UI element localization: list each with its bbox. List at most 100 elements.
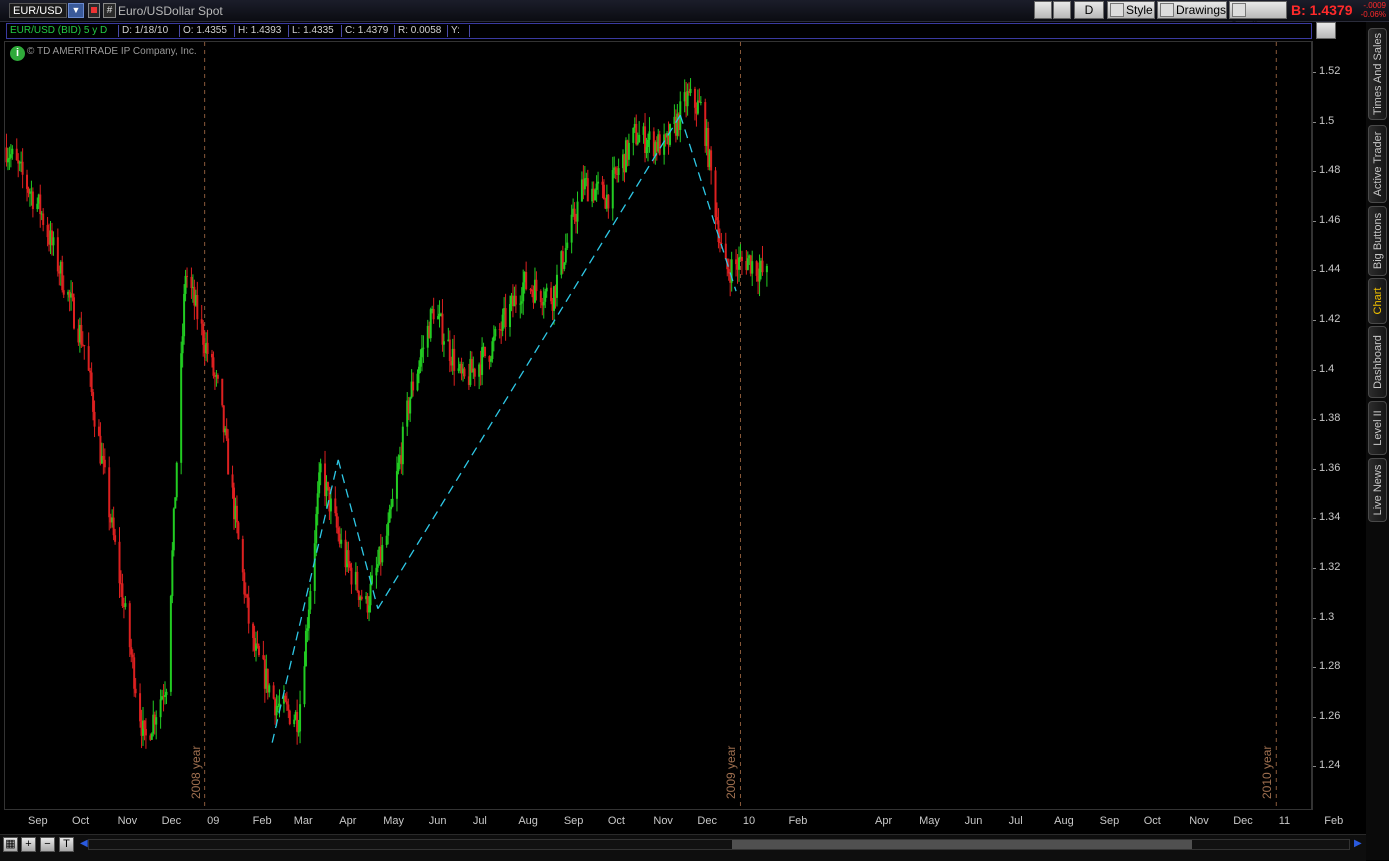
candle-body — [602, 184, 605, 200]
time-tick-label: Mar — [293, 815, 313, 827]
candle-body — [159, 699, 162, 718]
link-color-icon[interactable] — [88, 3, 100, 18]
candle-body — [724, 243, 727, 260]
price-tick-label: 1.42 — [1319, 313, 1341, 325]
side-tab-level-ii[interactable]: Level II — [1368, 401, 1387, 455]
aggregation-button[interactable]: D — [1074, 1, 1104, 19]
candle-body — [348, 563, 351, 568]
price-tick-label: 1.5 — [1319, 114, 1335, 127]
candle-body — [514, 295, 517, 305]
style-button[interactable]: Style — [1107, 1, 1155, 19]
zoom-in-icon[interactable]: + — [21, 837, 36, 852]
candle-body — [429, 309, 432, 339]
time-tick-label: Nov — [1189, 815, 1209, 827]
candle-body — [112, 517, 115, 536]
info-bar: EUR/USD (BID) 5 y D D: 1/18/10 O: 1.4355… — [6, 23, 1312, 39]
candle-body — [519, 303, 522, 305]
candle-body — [143, 720, 146, 729]
info-y: Y: — [448, 25, 470, 37]
candle-body — [252, 623, 255, 638]
side-tab-big-buttons[interactable]: Big Buttons — [1368, 206, 1387, 276]
style-label: Style — [1126, 3, 1153, 17]
candle-body — [155, 717, 158, 725]
side-tab-live-news[interactable]: Live News — [1368, 458, 1387, 522]
candle-body — [347, 550, 350, 564]
grid-icon[interactable]: ▦ — [3, 837, 18, 852]
candle-body — [525, 272, 528, 290]
candle-body — [206, 342, 209, 354]
side-tab-label: Level II — [1371, 410, 1384, 446]
candle-body — [150, 733, 153, 740]
time-tick-label: Feb — [252, 815, 272, 827]
candle-body — [617, 168, 620, 175]
style-icon — [1110, 3, 1124, 17]
candle-body — [531, 289, 534, 292]
candle-body — [293, 719, 296, 725]
side-tab-chart[interactable]: Chart — [1368, 278, 1387, 324]
side-tab-label: Active Trader — [1371, 131, 1384, 197]
time-tick-label: Jun — [964, 815, 983, 827]
candle-body — [555, 274, 558, 298]
info-range: R: 0.0058 — [395, 25, 448, 37]
side-tab-label: Chart — [1371, 287, 1384, 315]
time-tick-label: Aug — [518, 815, 538, 827]
candle-body — [316, 493, 319, 515]
candle-body — [648, 131, 651, 140]
hash-icon[interactable]: # — [103, 3, 116, 18]
time-tick-label: Sep — [28, 815, 48, 827]
candle-body — [360, 596, 363, 600]
candle-body — [550, 287, 553, 302]
zoom-out-icon[interactable]: − — [40, 837, 55, 852]
candle-body — [329, 498, 332, 512]
candle-body — [627, 142, 630, 160]
drawings-button[interactable]: Drawings — [1157, 1, 1227, 19]
price-tick — [1313, 121, 1316, 123]
scroll-right-icon[interactable]: ▶ — [1354, 838, 1362, 849]
candle-body — [26, 174, 29, 189]
candle-body — [448, 339, 451, 361]
price-tick — [1313, 617, 1316, 619]
candle-body — [28, 192, 31, 194]
zoom-tool-icon[interactable] — [1053, 1, 1071, 19]
candle-body — [412, 381, 415, 391]
side-tab-label: Times And Sales — [1371, 32, 1384, 116]
candle-body — [586, 178, 589, 202]
candle-body — [297, 731, 300, 733]
info-icon[interactable]: i — [10, 46, 25, 61]
candle-body — [186, 275, 189, 277]
time-tick-label: Dec — [161, 815, 182, 827]
candle-body — [765, 266, 768, 273]
candle-body — [489, 358, 492, 362]
side-tab-label: Live News — [1371, 464, 1384, 516]
side-tab-dashboard[interactable]: Dashboard — [1368, 326, 1387, 398]
price-tick — [1313, 270, 1316, 272]
candle-body — [128, 603, 131, 648]
time-axis: Sep Oct Nov Dec 09 Feb Mar Apr May Jun Jul Aug Sep Oc… — [0, 811, 1343, 831]
chart-title: EUR/USD (BID) 5 y D — [7, 25, 119, 37]
symbol-dropdown-icon[interactable]: ▼ — [68, 3, 84, 18]
studies-button[interactable]: Studies — [1229, 1, 1287, 33]
price-tick — [1313, 220, 1316, 222]
scroll-left-icon[interactable]: ◀ — [80, 838, 88, 849]
candle-body — [6, 158, 9, 163]
candle-body — [735, 259, 738, 265]
scrollbar-thumb[interactable] — [732, 840, 1192, 849]
candle-body — [539, 291, 542, 303]
candle-body — [268, 685, 271, 693]
crosshair-tool-icon[interactable] — [1034, 1, 1052, 19]
text-tool-icon[interactable]: T — [59, 837, 74, 852]
horizontal-scrollbar[interactable] — [88, 839, 1350, 850]
chart-area[interactable] — [4, 41, 1312, 810]
symbol-input[interactable]: EUR/USD — [9, 3, 67, 18]
side-tab-active-trader[interactable]: Active Trader — [1368, 125, 1387, 203]
price-tick-label: 1.38 — [1319, 412, 1341, 425]
side-tab-bar: Times And Sales Active Trader Big Buttons C… — [1366, 22, 1389, 860]
candle-body — [46, 224, 49, 238]
chart-settings-icon[interactable] — [1316, 22, 1336, 39]
candle-body — [738, 257, 740, 270]
candle-body — [761, 260, 764, 273]
side-tab-times-and-sales[interactable]: Times And Sales — [1368, 28, 1387, 120]
candle-body — [227, 438, 230, 475]
candle-body — [196, 295, 199, 320]
info-close: C: 1.4379 — [342, 25, 395, 37]
